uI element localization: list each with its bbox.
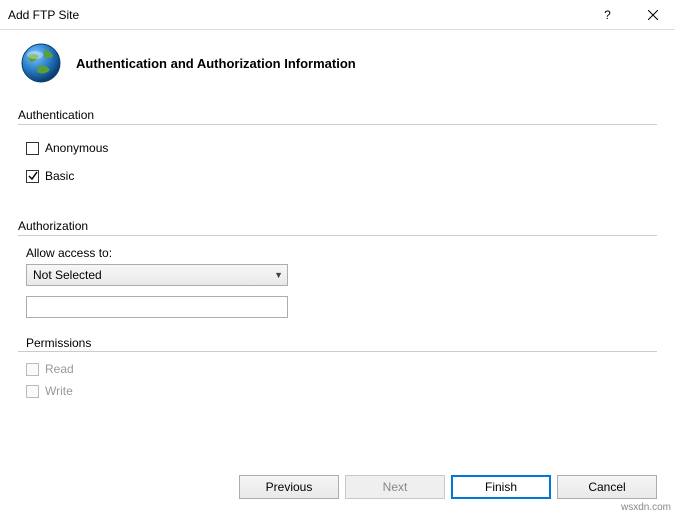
titlebar: Add FTP Site ?: [0, 0, 675, 30]
cancel-button[interactable]: Cancel: [557, 475, 657, 499]
permissions-label: Permissions: [18, 336, 657, 351]
page-title: Authentication and Authorization Informa…: [76, 56, 356, 71]
authorization-textbox[interactable]: [26, 296, 288, 318]
authorization-group: Authorization Allow access to: Not Selec…: [18, 219, 657, 402]
checkbox-icon: [26, 170, 39, 183]
authorization-label: Authorization: [18, 219, 657, 233]
watermark: wsxdn.com: [621, 502, 671, 513]
check-icon: [28, 171, 38, 181]
read-label: Read: [45, 362, 74, 376]
finish-button[interactable]: Finish: [451, 475, 551, 499]
content-area: Authentication Anonymous Basic Authoriza…: [0, 106, 675, 402]
basic-checkbox[interactable]: Basic: [18, 165, 657, 187]
allow-access-select[interactable]: Not Selected ▼: [26, 264, 288, 286]
authentication-label: Authentication: [18, 108, 657, 122]
wizard-footer: Previous Next Finish Cancel: [239, 475, 657, 499]
wizard-header: Authentication and Authorization Informa…: [0, 30, 675, 106]
anonymous-label: Anonymous: [45, 141, 108, 155]
checkbox-icon: [26, 363, 39, 376]
anonymous-checkbox[interactable]: Anonymous: [18, 137, 657, 159]
divider: [18, 235, 657, 236]
checkbox-icon: [26, 142, 39, 155]
basic-label: Basic: [45, 169, 74, 183]
close-button[interactable]: [630, 0, 675, 30]
help-icon: ?: [604, 8, 611, 22]
write-checkbox: Write: [18, 380, 657, 402]
divider: [18, 351, 657, 352]
previous-button[interactable]: Previous: [239, 475, 339, 499]
authentication-group: Authentication Anonymous Basic: [18, 108, 657, 187]
read-checkbox: Read: [18, 358, 657, 380]
close-icon: [648, 10, 658, 20]
divider: [18, 124, 657, 125]
checkbox-icon: [26, 385, 39, 398]
globe-icon: [20, 42, 62, 84]
write-label: Write: [45, 384, 73, 398]
next-button: Next: [345, 475, 445, 499]
help-button[interactable]: ?: [585, 0, 630, 30]
select-value: Not Selected: [33, 268, 102, 282]
window-title: Add FTP Site: [8, 8, 585, 22]
chevron-down-icon: ▼: [274, 270, 283, 280]
allow-access-label: Allow access to:: [18, 246, 657, 264]
